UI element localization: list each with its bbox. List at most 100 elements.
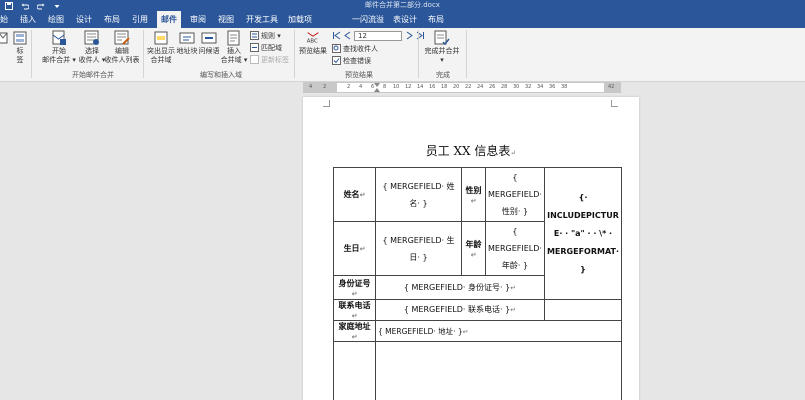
tab-addins[interactable]: 加载项 — [288, 11, 312, 28]
cell-name-field[interactable]: { MERGEFIELD· 姓 名· } — [375, 167, 462, 222]
insert-merge-field-button[interactable]: 插入 合并域 ▾ — [220, 30, 248, 65]
customize-icon[interactable] — [52, 1, 62, 10]
finish-line1: 完成并合并 — [424, 47, 460, 55]
tab-table-layout[interactable]: 布局 — [428, 11, 444, 28]
cell-remarks-field[interactable] — [374, 341, 623, 400]
rules-icon — [250, 31, 259, 40]
photo-line2: INCLUDEPICTUR — [547, 210, 619, 220]
ribbon: 标 签 开始 邮件合并 ▾ 选择 收件人 ▾ 编辑 收件人列表 开始邮件合并 突… — [0, 28, 805, 82]
cell-photo-field[interactable]: {· INCLUDEPICTUR E· · "a" · · \* · MERGE… — [543, 167, 623, 300]
tab-review[interactable]: 审阅 — [190, 11, 206, 28]
address-block-button[interactable]: 地址块 — [176, 30, 198, 56]
tab-draw[interactable]: 绘图 — [48, 11, 64, 28]
gender-field-line1: { — [512, 173, 518, 182]
tab-layout[interactable]: 布局 — [104, 11, 120, 28]
tab-mailings[interactable]: 邮件 — [157, 11, 181, 28]
cell-idcard-field[interactable]: { MERGEFIELD· 身份证号· }↵ — [375, 275, 545, 300]
finish-merge-button[interactable]: 完成并合并 ▾ — [422, 30, 462, 65]
check-errors-button[interactable]: 检查错误 — [332, 55, 371, 66]
greeting-label: 问候语 — [198, 47, 220, 55]
finish-merge-icon — [434, 30, 450, 46]
ruler-tick: 12 — [405, 84, 412, 90]
tab-home[interactable]: 始 — [0, 11, 8, 28]
select-recipients-line1: 选择 — [85, 47, 99, 55]
check-errors-icon — [332, 56, 341, 65]
preview-results-button[interactable]: ABC 预览结果 — [297, 30, 329, 56]
birthday-field-line2: 日· } — [409, 252, 428, 262]
rules-button[interactable]: 规则 ▾ — [250, 30, 281, 41]
cell-mark: ↵ — [351, 333, 358, 341]
start-mail-merge-button[interactable]: 开始 邮件合并 ▾ — [40, 30, 78, 65]
highlight-icon — [153, 30, 169, 46]
age-field-line2: MERGEFIELD· — [488, 244, 542, 253]
ruler-tick: 10 — [393, 84, 400, 90]
cell-gender-field[interactable]: { MERGEFIELD· 性别· } — [485, 167, 545, 222]
cell-mark: ↵ — [462, 327, 469, 336]
tab-insert[interactable]: 插入 — [20, 11, 36, 28]
highlight-merge-fields-button[interactable]: 突出显示 合并域 — [146, 30, 176, 65]
tab-yishan[interactable]: 一闪流溢 — [352, 11, 384, 28]
ruler-tick: 38 — [561, 84, 568, 90]
group-label-preview: 预览结果 — [345, 71, 373, 79]
ruler-indent-marker[interactable] — [374, 83, 380, 92]
cell-phone-field[interactable]: { MERGEFIELD· 联系电话· }↵ — [375, 299, 545, 321]
ruler-tick: 28 — [501, 84, 508, 90]
ruler-tick: 18 — [441, 84, 448, 90]
tab-view[interactable]: 视图 — [218, 11, 234, 28]
photo-line3: E· · "a" · · \* · — [553, 228, 613, 238]
envelopes-button[interactable] — [0, 30, 10, 47]
highlight-line1: 突出显示 — [147, 47, 175, 55]
gender-label: 性别 — [465, 185, 482, 195]
greeting-line-button[interactable]: 问候语 — [198, 30, 220, 56]
cell-mark: ↵ — [359, 191, 366, 199]
address-block-label: 地址块 — [176, 47, 198, 55]
tab-references[interactable]: 引用 — [132, 11, 148, 28]
birthday-label: 生日 — [343, 244, 360, 253]
previous-record-icon[interactable] — [343, 31, 352, 40]
employee-info-table[interactable]: 姓名↵ { MERGEFIELD· 姓 名· } 性别↵ { MERGEFIEL… — [333, 167, 623, 400]
edit-recipient-list-button[interactable]: 编辑 收件人列表 — [104, 30, 140, 65]
labels-line1: 标 — [16, 47, 24, 55]
greeting-icon — [201, 30, 217, 46]
cell-birthday-label: 生日↵ — [333, 221, 376, 276]
group-separator — [294, 30, 295, 78]
horizontal-ruler[interactable]: 4 2 2 4 6 8 10 12 14 16 18 20 22 24 26 2… — [303, 82, 621, 93]
cell-phone-extra[interactable] — [543, 299, 623, 321]
record-number-input[interactable]: 12 — [354, 30, 402, 41]
next-record-icon[interactable] — [405, 31, 414, 40]
start-merge-line1: 开始 — [52, 47, 66, 55]
idcard-label: 身份证号 — [338, 278, 371, 288]
preview-icon-text: ABC — [307, 38, 318, 44]
cell-address-field[interactable]: { MERGEFIELD· 地址· }↵ — [374, 320, 623, 342]
find-recipient-button[interactable]: 查找收件人 — [332, 43, 378, 54]
redo-icon[interactable] — [36, 1, 46, 10]
first-record-icon[interactable] — [332, 31, 341, 40]
document-page[interactable]: 员工 XX 信息表↵ 姓名↵ { MERGEFIELD· 姓 名· } 性别↵ … — [303, 97, 639, 400]
insert-field-line1: 插入 — [227, 47, 241, 55]
tab-design[interactable]: 设计 — [76, 11, 92, 28]
ruler-tick: 4 — [359, 84, 363, 90]
photo-line1: {· — [578, 192, 588, 202]
heading-text: 员工 XX 信息表 — [425, 144, 511, 158]
labels-line2: 签 — [16, 56, 24, 64]
save-icon[interactable] — [4, 1, 14, 10]
labels-button[interactable]: 标 签 — [12, 30, 28, 65]
update-labels-label: 更新标签 — [261, 55, 289, 64]
cell-mark: ↵ — [351, 312, 358, 320]
cell-age-field[interactable]: { MERGEFIELD· 年龄· } — [485, 221, 545, 276]
update-labels-button[interactable]: 更新标签 — [250, 54, 289, 65]
preview-icon: ABC — [305, 30, 321, 46]
address-label: 家庭地址 — [338, 322, 371, 331]
match-fields-icon — [250, 43, 259, 52]
age-field-line1: { — [512, 227, 518, 236]
undo-icon[interactable] — [20, 1, 30, 10]
find-icon — [332, 44, 341, 53]
tab-developer[interactable]: 开发工具 — [246, 11, 278, 28]
select-recipients-line2: 收件人 ▾ — [78, 56, 106, 64]
tab-table-design[interactable]: 表设计 — [393, 11, 417, 28]
group-separator — [418, 30, 419, 78]
match-fields-button[interactable]: 匹配域 — [250, 42, 282, 53]
ruler-tick: 2 — [347, 84, 351, 90]
cell-birthday-field[interactable]: { MERGEFIELD· 生 日· } — [375, 221, 462, 276]
document-heading: 员工 XX 信息表↵ — [303, 142, 639, 159]
